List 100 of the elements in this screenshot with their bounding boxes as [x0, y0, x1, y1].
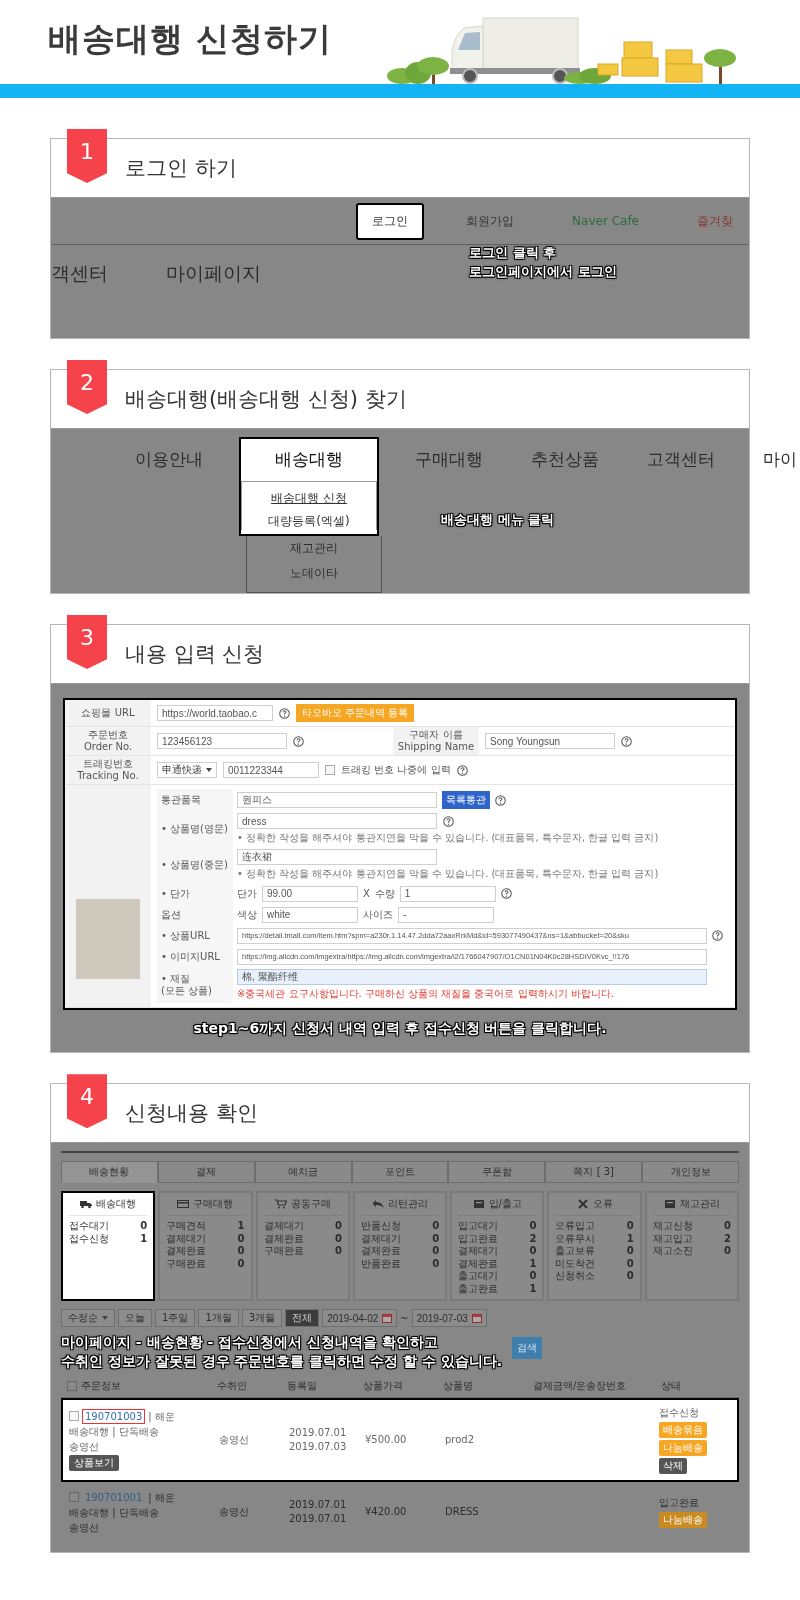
checkbox[interactable] [69, 1492, 79, 1503]
calendar-icon [382, 1313, 393, 1324]
checkbox-label: 트래킹 번호 나중에 입력 [341, 763, 451, 777]
sender-name: 송영선 [69, 1520, 99, 1535]
status-count: 0 [724, 1245, 731, 1258]
step-title: 내용 입력 신청 [125, 641, 265, 668]
help-icon[interactable] [712, 930, 723, 941]
nav-tab[interactable]: 고객센터 [635, 439, 727, 480]
order-number-link[interactable]: 190701003 [82, 1408, 146, 1425]
step-ribbon: 3 [67, 615, 107, 669]
status-count: 0 [529, 1270, 537, 1283]
customs-button[interactable]: 목록통관 [442, 791, 490, 809]
menu-item[interactable]: 대량등록(엑셀) [268, 513, 350, 530]
checkbox[interactable] [69, 1411, 79, 1422]
input-field[interactable]: 0011223344 [223, 762, 319, 778]
carrier-dropdown[interactable]: 申通快递 [157, 762, 217, 778]
field-label: 쇼핑몰 URL [65, 700, 151, 726]
status-label: 출고보류 [555, 1245, 596, 1258]
card-title: 배송대행 [96, 1197, 137, 1212]
period-button[interactable]: 1개월 [198, 1309, 239, 1328]
period-button[interactable]: 3개월 [241, 1309, 283, 1328]
tab[interactable]: 결제 [157, 1161, 255, 1184]
status-count: 1 [140, 1232, 148, 1246]
input-field[interactable]: white [262, 906, 358, 923]
tab[interactable]: 쿠폰함 [448, 1161, 546, 1184]
tab[interactable]: 배송현황 [61, 1161, 158, 1184]
step-ribbon: 4 [67, 1074, 107, 1129]
period-button[interactable]: 전체 [285, 1309, 320, 1328]
input-field[interactable]: - [398, 906, 494, 923]
menu-item[interactable]: 재고관리 [290, 540, 338, 557]
nav-item[interactable]: 마이페이지 [166, 261, 261, 287]
status-count: 2 [529, 1232, 537, 1246]
date-field[interactable]: 2019-04-02 [322, 1309, 398, 1328]
input-field[interactable]: 원피스 [237, 792, 437, 808]
period-button[interactable]: 1주일 [155, 1309, 196, 1328]
search-button[interactable]: 검색 [512, 1337, 543, 1360]
input-field[interactable]: 连衣裙 [237, 849, 437, 865]
action-button[interactable]: 삭제 [659, 1457, 687, 1474]
shipping-method: | 해운 [148, 1409, 175, 1424]
input-field[interactable]: Song Youngsun [485, 733, 615, 749]
nav-tab[interactable]: 추천상품 [519, 439, 611, 480]
input-field[interactable]: 99.00 [262, 885, 358, 902]
top-link[interactable]: 즐겨찾 [681, 202, 749, 240]
status-count: 1 [529, 1282, 537, 1296]
field-label: 트래킹번호 Tracking No. [65, 756, 151, 784]
field-label: 옵션 [157, 904, 233, 925]
action-button[interactable]: 나눔배송 [659, 1511, 707, 1528]
status-label: 결제완료 [166, 1245, 207, 1258]
nav-tab[interactable]: 구매대행 [403, 439, 495, 480]
nav-tab[interactable]: 배송대행 [275, 439, 343, 481]
status-count: 1 [529, 1257, 537, 1271]
checkbox[interactable] [325, 765, 335, 775]
help-icon[interactable] [456, 764, 468, 776]
help-icon[interactable] [500, 888, 512, 899]
tab[interactable]: 예치금 [254, 1161, 352, 1184]
status-label: 결제완료 [360, 1245, 401, 1258]
column-header: 상태 [661, 1379, 681, 1394]
column-header: 주문정보 [81, 1379, 121, 1394]
menu-item[interactable]: 노데이타 [290, 565, 338, 582]
input-field[interactable]: https://world.taobao.c [157, 705, 273, 721]
menu-item[interactable]: 배송대행 신청 [271, 490, 347, 507]
field-label: • 단가 [157, 883, 233, 904]
input-field[interactable]: dress [237, 813, 437, 829]
help-icon[interactable] [621, 735, 632, 747]
nav-tab[interactable]: 마이 [751, 439, 800, 480]
input-field[interactable]: 123456123 [157, 733, 287, 749]
field-label: • 상품명(중문) [157, 847, 233, 883]
recipient-name: 송영선 [219, 1505, 250, 1519]
input-field[interactable]: 棉, 聚酯纤维 [237, 969, 707, 985]
instruction-text: 배송대행 메뉴 클릭 [441, 511, 555, 529]
caret-icon [206, 768, 212, 772]
status-count: 0 [334, 1220, 342, 1233]
tab[interactable]: 쪽지 [ 3] [545, 1161, 643, 1184]
help-icon[interactable] [443, 815, 454, 827]
status-label: 출고대기 [458, 1270, 499, 1283]
date-field[interactable]: 2019-07-03 [411, 1309, 487, 1328]
nav-item[interactable]: 객센터 [51, 261, 108, 287]
tab[interactable]: 개인정보 [642, 1161, 739, 1184]
sort-dropdown[interactable]: 수정순 [61, 1309, 115, 1328]
order-dates: 2019.07.01 2019.07.01 [289, 1498, 348, 1526]
step-title: 로그인 하기 [125, 155, 237, 182]
view-product-button[interactable]: 상품보기 [69, 1455, 119, 1472]
tree-drawing [704, 49, 736, 84]
nav-tab[interactable]: 이용안내 [123, 439, 215, 480]
field-label: • 상품명(영문) [157, 811, 233, 847]
top-link[interactable]: 로그인 [356, 202, 425, 240]
product-name: prod2 [445, 1433, 476, 1447]
help-icon[interactable] [495, 794, 506, 806]
tab[interactable]: 포인트 [351, 1161, 449, 1184]
hint-text: • 정확한 작성을 해주셔야 통관지연을 막을 수 있습니다. (대표품목, 특수문자, 한글 입력 금지) [237, 831, 659, 845]
top-link[interactable]: 회원가입 [450, 202, 531, 240]
input-field[interactable]: 1 [399, 885, 496, 902]
help-icon[interactable] [293, 735, 304, 747]
status-label: 결제대기 [458, 1245, 499, 1258]
step-ribbon: 2 [67, 360, 107, 414]
status-count: 0 [432, 1232, 440, 1246]
checkbox[interactable] [67, 1381, 77, 1392]
column-header: 수취인 [217, 1379, 247, 1394]
period-button[interactable]: 오늘 [118, 1309, 152, 1328]
help-icon[interactable] [279, 707, 290, 719]
